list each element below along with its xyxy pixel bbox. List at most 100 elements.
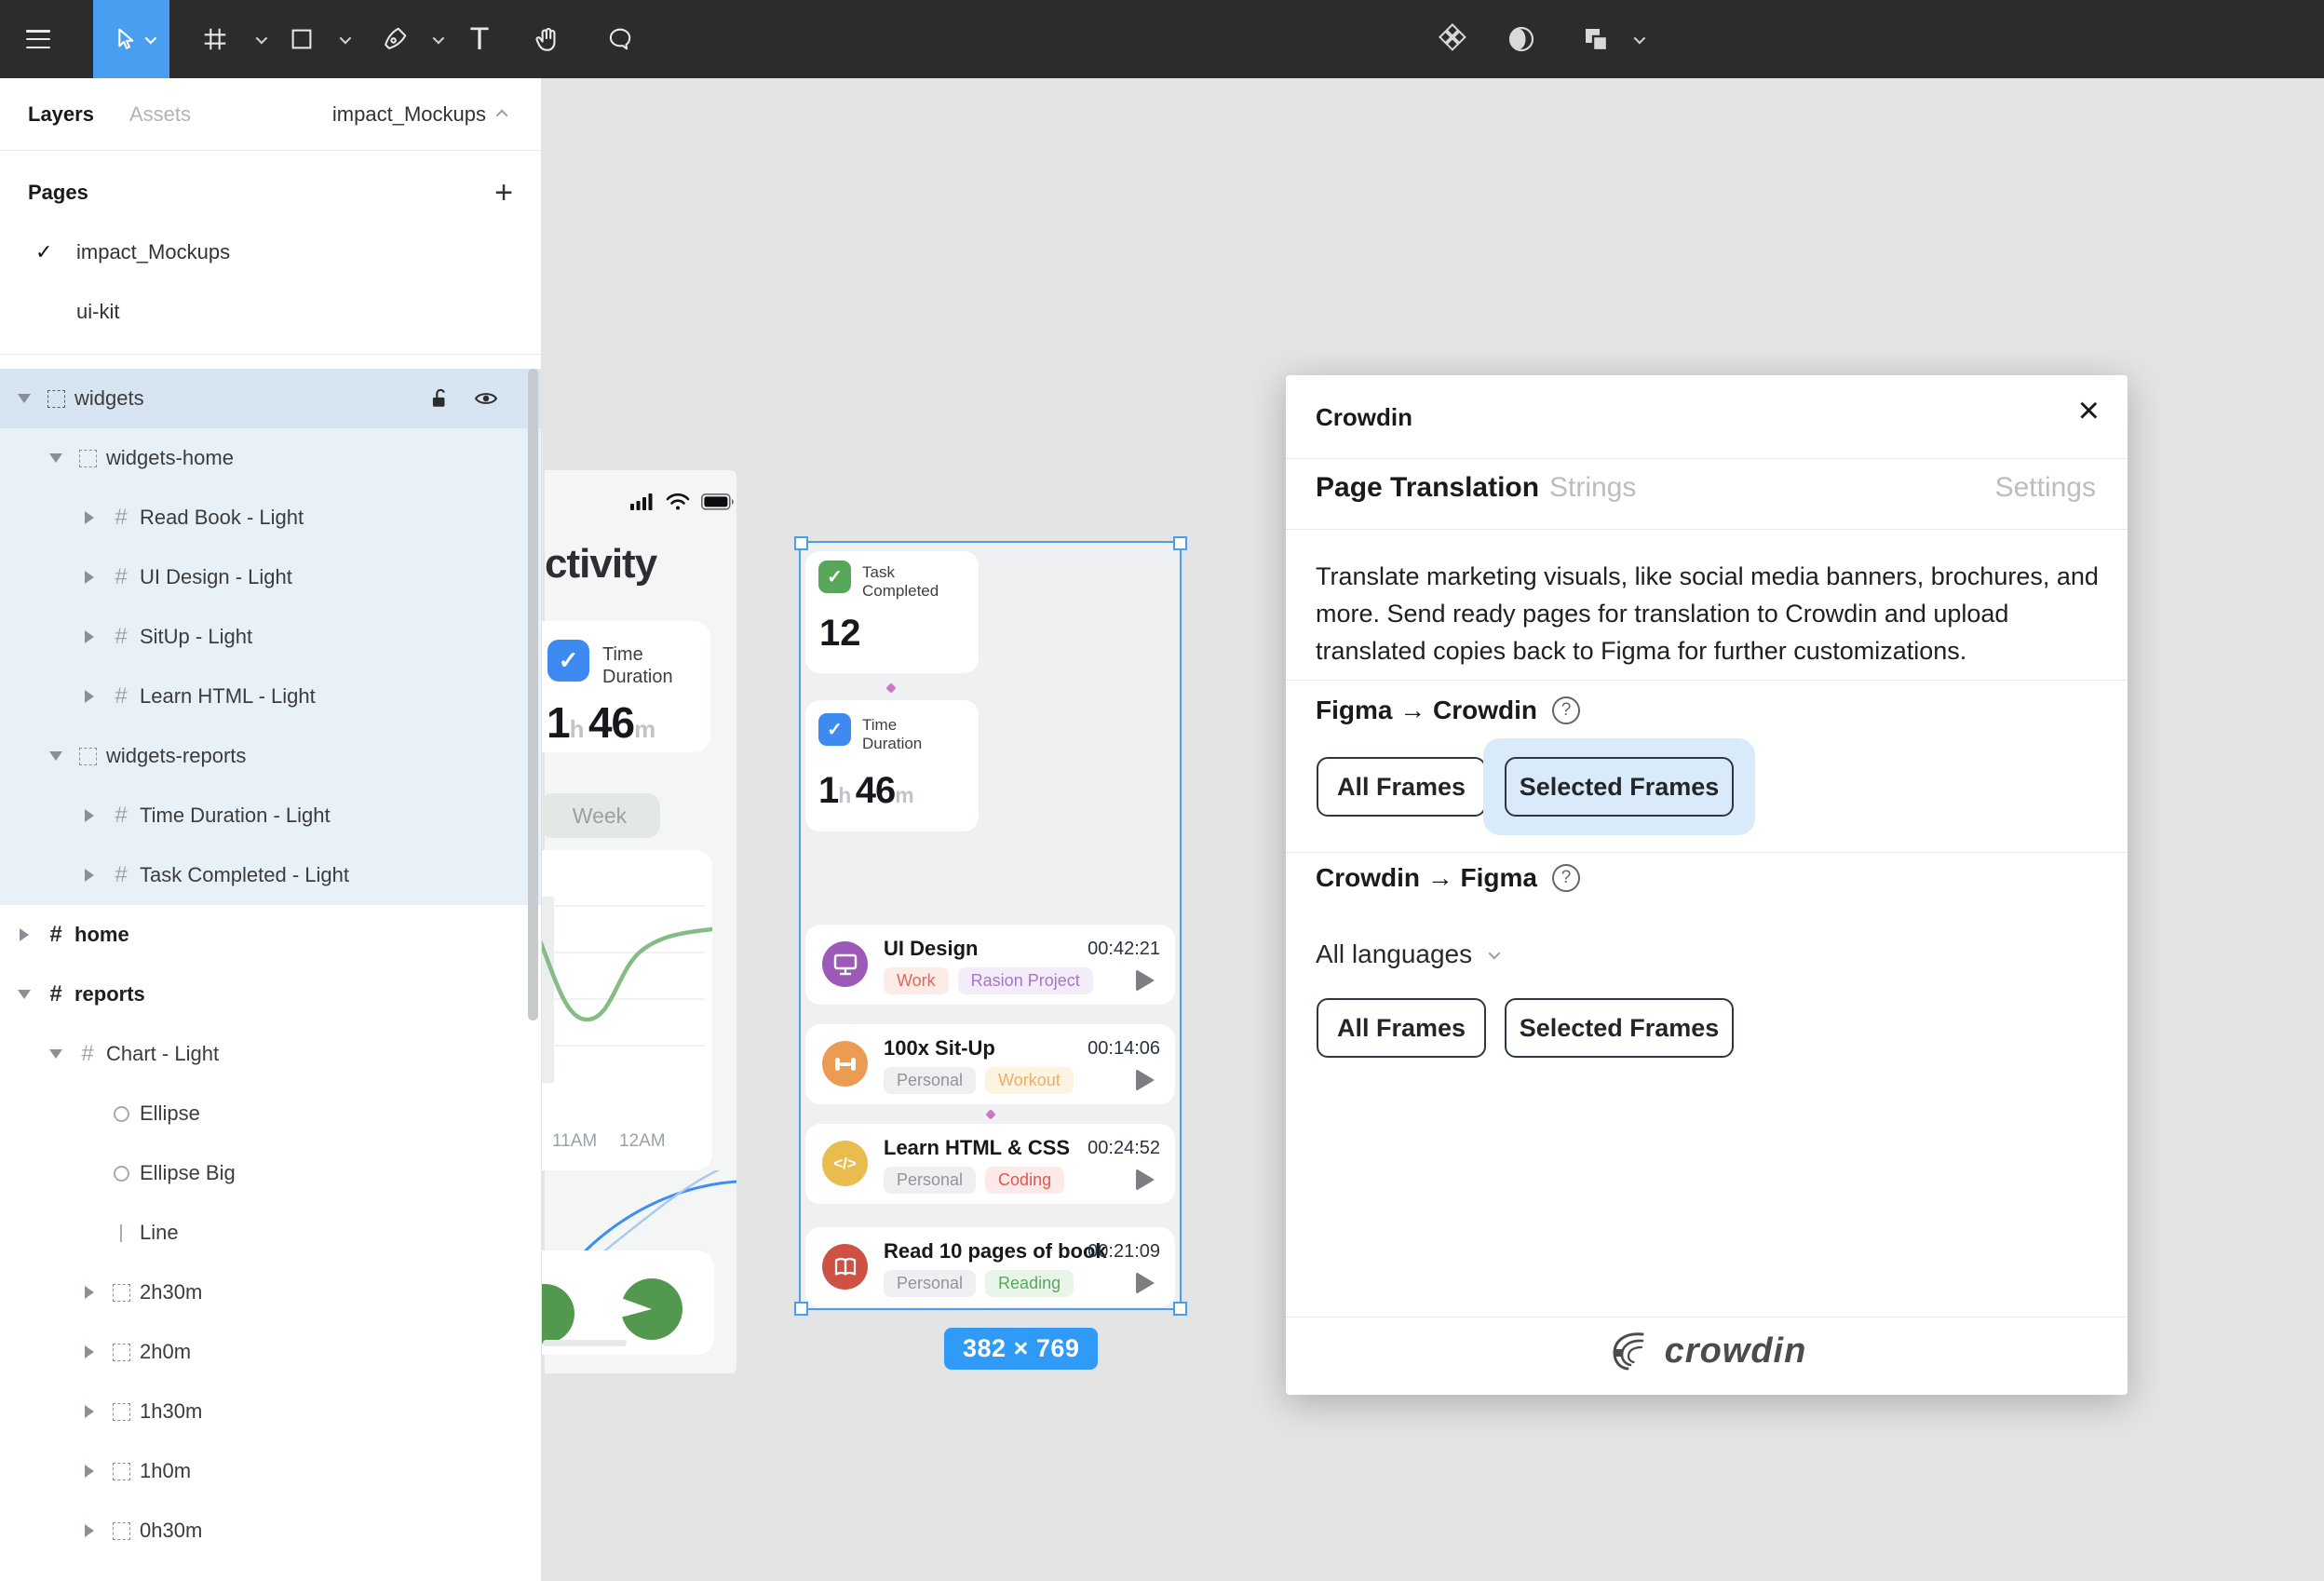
group-icon — [112, 1283, 130, 1302]
check-icon: ✓ — [547, 640, 589, 682]
scrollbar-thumb[interactable] — [528, 369, 538, 1020]
layer-learn-html-light[interactable]: # Learn HTML - Light — [0, 667, 541, 726]
layer-line[interactable]: Line — [0, 1203, 541, 1263]
selection-handle-top-left[interactable] — [794, 536, 808, 550]
selected-frame-widgets[interactable]: ✓ Task Completed 12 ✓ Time Duration 1h 4… — [799, 541, 1182, 1310]
page-item-impact-mockups[interactable]: ✓ impact_Mockups — [0, 225, 541, 279]
pen-tool-chevron[interactable] — [421, 0, 453, 78]
selection-handle-top-right[interactable] — [1173, 536, 1187, 550]
shape-tool-chevron[interactable] — [328, 0, 359, 78]
layer-widgets[interactable]: widgets — [0, 369, 541, 428]
play-button[interactable] — [1136, 1069, 1155, 1091]
layer-2h0m[interactable]: 2h0m — [0, 1322, 541, 1382]
task-row-ui-design[interactable]: UI Design 00:42:21 Work Rasion Project — [805, 925, 1175, 1005]
tab-strings[interactable]: Strings — [1549, 472, 1636, 504]
boolean-ops-button[interactable] — [1572, 0, 1620, 78]
layer-label: Learn HTML - Light — [140, 684, 316, 708]
chart-card[interactable]: 11AM 12AM — [542, 850, 712, 1170]
task-row-learn-html[interactable]: </> Learn HTML & CSS 00:24:52 Personal C… — [805, 1124, 1175, 1204]
frame-tool-button[interactable] — [186, 0, 244, 78]
layer-ellipse-big[interactable]: Ellipse Big — [0, 1143, 541, 1203]
tab-assets[interactable]: Assets — [129, 102, 191, 127]
task-row-situp[interactable]: 100x Sit-Up 00:14:06 Personal Workout — [805, 1024, 1175, 1104]
pie-card[interactable] — [542, 1250, 714, 1355]
tab-page-translation[interactable]: Page Translation — [1316, 472, 1539, 504]
selection-handle-bottom-left[interactable] — [794, 1302, 808, 1316]
task-row-read-book[interactable]: Read 10 pages of book 00:21:09 Personal … — [805, 1227, 1175, 1307]
chevron-down-icon — [1633, 32, 1645, 44]
frame-tool-chevron[interactable] — [244, 0, 276, 78]
x-axis-label: 12AM — [619, 1131, 666, 1151]
play-button[interactable] — [1136, 1272, 1155, 1294]
layer-chart-light[interactable]: # Chart - Light — [0, 1024, 541, 1084]
layer-home[interactable]: # home — [0, 905, 541, 965]
crowdin-bird-icon — [1613, 1332, 1644, 1371]
layer-0h30m[interactable]: 0h30m — [0, 1501, 541, 1561]
time-duration-widget[interactable]: ✓ Time Duration 1h 46m — [805, 700, 979, 831]
selection-handle-bottom-right[interactable] — [1173, 1302, 1187, 1316]
file-name-dropdown[interactable]: impact_Mockups — [332, 102, 508, 127]
layer-label: Chart - Light — [106, 1042, 220, 1065]
check-icon: ✓ — [818, 713, 851, 746]
layer-widgets-home[interactable]: widgets-home — [0, 428, 541, 488]
section-crowdin-to-figma: Crowdin → Figma ? — [1316, 863, 1580, 893]
pages-title: Pages — [28, 181, 88, 204]
layer-time-duration-light[interactable]: # Time Duration - Light — [0, 786, 541, 845]
dumbbell-icon — [822, 1041, 868, 1087]
hamburger-icon — [26, 30, 50, 48]
layer-reports[interactable]: # reports — [0, 965, 541, 1024]
expand-arrow-icon — [20, 928, 29, 941]
main-menu-button[interactable] — [7, 0, 69, 78]
layer-widgets-reports[interactable]: widgets-reports — [0, 726, 541, 786]
layer-label: Read Book - Light — [140, 506, 304, 529]
eye-icon[interactable] — [474, 390, 498, 407]
crowdin-to-figma-all-frames-button[interactable]: All Frames — [1317, 998, 1486, 1058]
phone-mockup-partial[interactable]: ctivity ✓ Time Duration 1h 46m Week 11AM… — [542, 470, 736, 1373]
hand-tool-button[interactable] — [518, 0, 575, 78]
help-icon[interactable]: ? — [1552, 864, 1580, 892]
layers-panel: Layers Assets impact_Mockups Pages + ✓ i… — [0, 78, 542, 1581]
canvas[interactable]: ctivity ✓ Time Duration 1h 46m Week 11AM… — [542, 78, 2324, 1581]
week-pill[interactable]: Week — [542, 793, 660, 838]
layer-label: widgets — [74, 386, 144, 410]
play-button[interactable] — [1136, 969, 1155, 992]
comment-tool-button[interactable] — [590, 0, 650, 78]
hand-tool-icon — [533, 25, 561, 54]
tab-settings[interactable]: Settings — [1995, 472, 2096, 504]
crowdin-to-figma-selected-frames-button[interactable]: Selected Frames — [1505, 998, 1734, 1058]
layer-1h0m[interactable]: 1h0m — [0, 1441, 541, 1501]
add-page-button[interactable]: + — [494, 177, 513, 209]
layer-1h30m[interactable]: 1h30m — [0, 1382, 541, 1441]
layer-2h30m[interactable]: 2h30m — [0, 1263, 541, 1322]
figma-to-crowdin-all-frames-button[interactable]: All Frames — [1317, 757, 1486, 817]
library-button[interactable] — [1426, 0, 1479, 78]
figma-to-crowdin-selected-frames-button[interactable]: Selected Frames — [1505, 757, 1734, 817]
shape-tool-button[interactable] — [276, 0, 328, 78]
layer-read-book-light[interactable]: # Read Book - Light — [0, 488, 541, 547]
move-tool-button[interactable] — [93, 0, 169, 78]
tag: Personal — [884, 1167, 977, 1194]
layer-task-completed-light[interactable]: # Task Completed - Light — [0, 845, 541, 905]
help-icon[interactable]: ? — [1552, 696, 1580, 724]
pen-tool-button[interactable] — [369, 0, 421, 78]
toolbar: T — [0, 0, 2324, 78]
green-line-chart — [542, 897, 712, 1083]
tab-layers[interactable]: Layers — [28, 102, 94, 127]
task-completed-widget[interactable]: ✓ Task Completed 12 — [805, 551, 979, 673]
task-time: 00:42:21 — [1088, 939, 1160, 959]
component-marker-dot — [885, 682, 897, 694]
boolean-ops-chevron[interactable] — [1622, 0, 1654, 78]
unlock-icon[interactable] — [429, 387, 450, 410]
layer-situp-light[interactable]: # SitUp - Light — [0, 607, 541, 667]
text-tool-button[interactable]: T — [453, 0, 507, 78]
library-diamonds-icon — [1437, 23, 1468, 55]
page-item-ui-kit[interactable]: ui-kit — [0, 285, 541, 339]
language-select[interactable]: All languages — [1316, 939, 1501, 969]
layer-ellipse[interactable]: Ellipse — [0, 1084, 541, 1143]
time-duration-card[interactable]: ✓ Time Duration 1h 46m — [542, 621, 710, 752]
mask-button[interactable] — [1495, 0, 1547, 78]
play-button[interactable] — [1136, 1169, 1155, 1191]
layer-label: Ellipse Big — [140, 1161, 236, 1184]
close-icon[interactable]: × — [2078, 392, 2100, 429]
layer-ui-design-light[interactable]: # UI Design - Light — [0, 547, 541, 607]
